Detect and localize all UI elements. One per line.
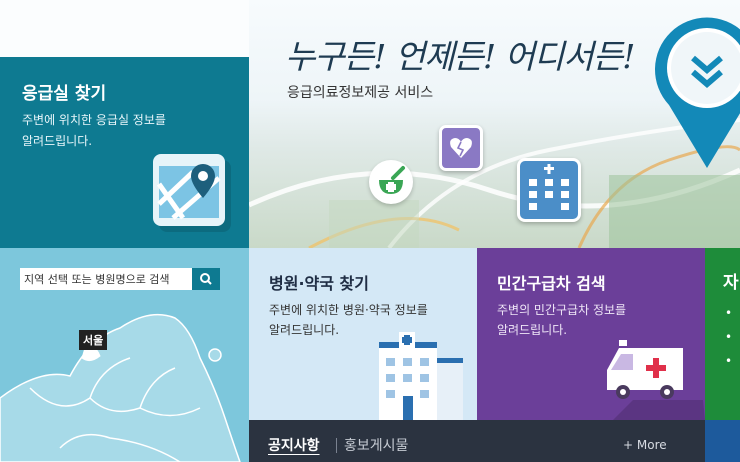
er-finder-title: 응급실 찾기 [22, 84, 107, 104]
er-finder-card[interactable]: 응급실 찾기 주변에 위치한 응급실 정보를 알려드립니다. [0, 57, 249, 248]
hospital-icon [379, 332, 463, 420]
hospital-pharmacy-title: 병원·약국 찾기 [269, 274, 369, 293]
tab-promotions[interactable]: 홍보게시물 [344, 435, 408, 455]
er-desc-line1: 주변에 위치한 응급실 정보를 [22, 113, 166, 127]
map-pin-icon [153, 154, 225, 226]
green-bullet-3: • [725, 354, 733, 368]
notice-board-bar: 공지사항 홍보게시물 + More [249, 420, 705, 462]
partial-green-card[interactable]: 자 • • • [705, 248, 740, 420]
region-search-input[interactable] [20, 268, 192, 290]
ambulance-search-card[interactable]: 민간구급차 검색 주변의 민간구급차 정보를 알려드립니다. [477, 248, 705, 420]
search-icon [200, 273, 212, 285]
hospital-building-icon [517, 158, 581, 222]
hero-banner: 누구든! 언제든! 어디서든! 응급의료정보제공 서비스 [249, 0, 740, 248]
hospital-pharmacy-card[interactable]: 병원·약국 찾기 주변에 위치한 병원·약국 정보를 알려드립니다. [249, 248, 477, 420]
er-desc-line2: 알려드립니다. [22, 134, 93, 148]
region-label-seoul[interactable]: 서울 [79, 330, 108, 350]
tab-notices[interactable]: 공지사항 [268, 435, 320, 455]
ambulance-search-description: 주변의 민간구급차 정보를 알려드립니다. [497, 300, 626, 340]
green-bullet-2: • [725, 330, 733, 344]
ambulance-desc-line2: 알려드립니다. [497, 323, 568, 337]
heart-icon [439, 125, 483, 171]
location-pin-icon [655, 17, 740, 168]
ambulance-search-title: 민간구급차 검색 [497, 274, 606, 293]
pharmacy-icon [369, 160, 413, 204]
partial-green-title: 자 [723, 273, 739, 293]
more-link[interactable]: + More [623, 438, 667, 452]
search-button[interactable] [192, 268, 220, 290]
hospital-desc-line1: 주변에 위치한 병원·약국 정보를 [269, 303, 428, 317]
er-finder-description: 주변에 위치한 응급실 정보를 알려드립니다. [22, 110, 166, 152]
partial-blue-panel [705, 420, 740, 462]
tab-divider [336, 438, 337, 453]
hero-subtitle: 응급의료정보제공 서비스 [287, 85, 434, 101]
hero-slogan: 누구든! 언제든! 어디서든! [285, 37, 635, 76]
ambulance-icon [607, 340, 705, 420]
green-bullet-1: • [725, 306, 733, 320]
region-map-panel[interactable]: 서울 [0, 248, 249, 462]
ambulance-desc-line1: 주변의 민간구급차 정보를 [497, 303, 627, 317]
